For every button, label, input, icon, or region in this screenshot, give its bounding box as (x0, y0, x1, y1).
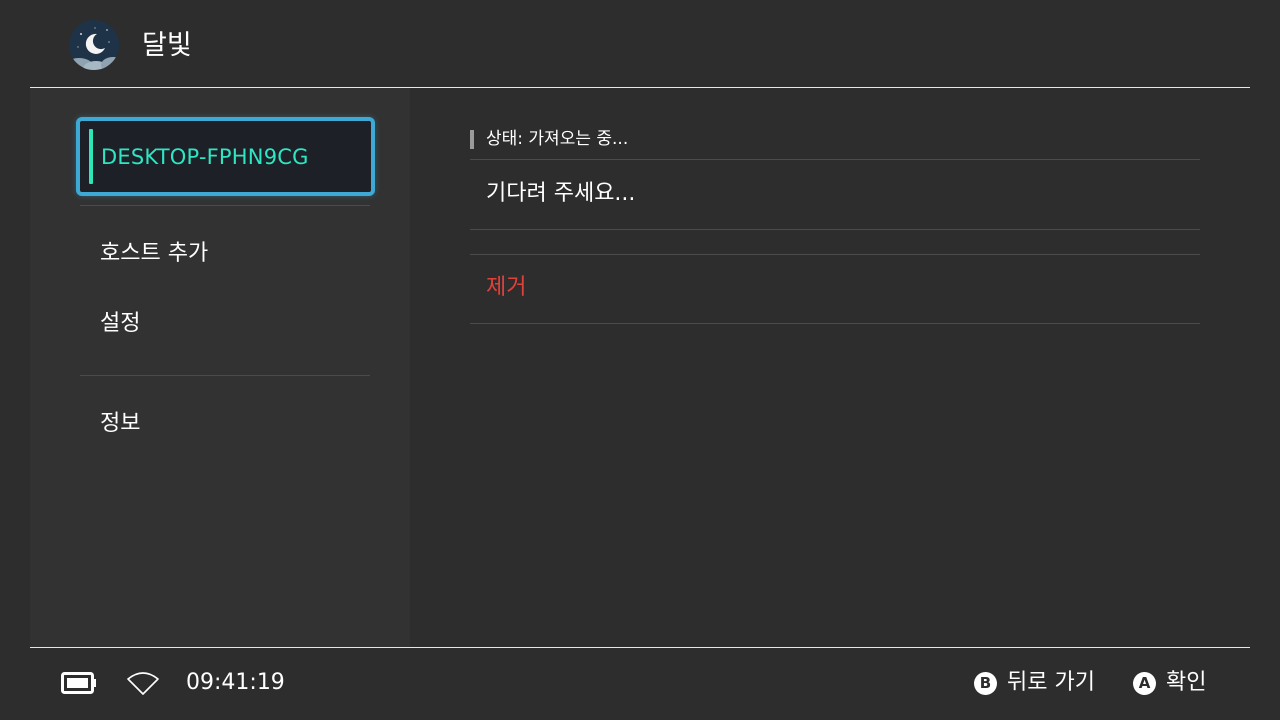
host-detail-panel: 상태: 가져오는 중... 기다려 주세요... 제거 (410, 88, 1250, 647)
remove-host-button[interactable]: 제거 (486, 273, 526, 303)
confirm-hint[interactable]: A 확인 (1133, 668, 1206, 698)
status-marker (470, 130, 474, 149)
host-name: DESKTOP-FPHN9CG (101, 145, 309, 169)
sidebar-item-settings[interactable]: 설정 (100, 309, 140, 339)
back-label: 뒤로 가기 (1007, 670, 1095, 695)
footer-divider (30, 647, 1250, 648)
sidebar: DESKTOP-FPHN9CG 호스트 추가 설정 정보 (30, 88, 410, 647)
back-hint[interactable]: B 뒤로 가기 (974, 668, 1095, 698)
b-button-icon: B (974, 671, 997, 695)
sidebar-host-item[interactable]: DESKTOP-FPHN9CG (76, 117, 375, 196)
app-window: 달빛 DESKTOP-FPHN9CG 호스트 추가 설정 정보 상태: 가져오는… (0, 0, 1280, 720)
battery-icon (61, 672, 97, 694)
confirm-label: 확인 (1166, 670, 1207, 695)
moon-app-icon (69, 20, 119, 70)
a-button-icon: A (1133, 671, 1156, 695)
clock: 09:41:19 (186, 670, 285, 695)
selection-accent (89, 129, 93, 184)
sidebar-item-about[interactable]: 정보 (100, 409, 140, 439)
list-divider (470, 323, 1200, 324)
wait-message: 기다려 주세요... (486, 181, 636, 206)
list-divider (470, 229, 1200, 230)
header: 달빛 (0, 0, 1280, 88)
sidebar-divider (80, 375, 370, 376)
list-divider (470, 159, 1200, 160)
wifi-icon (126, 670, 160, 696)
sidebar-item-add-host[interactable]: 호스트 추가 (100, 239, 208, 269)
list-divider (470, 254, 1200, 255)
status-label: 상태: 가져오는 중... (486, 129, 629, 149)
sidebar-divider (80, 205, 370, 206)
app-title: 달빛 (142, 30, 192, 61)
